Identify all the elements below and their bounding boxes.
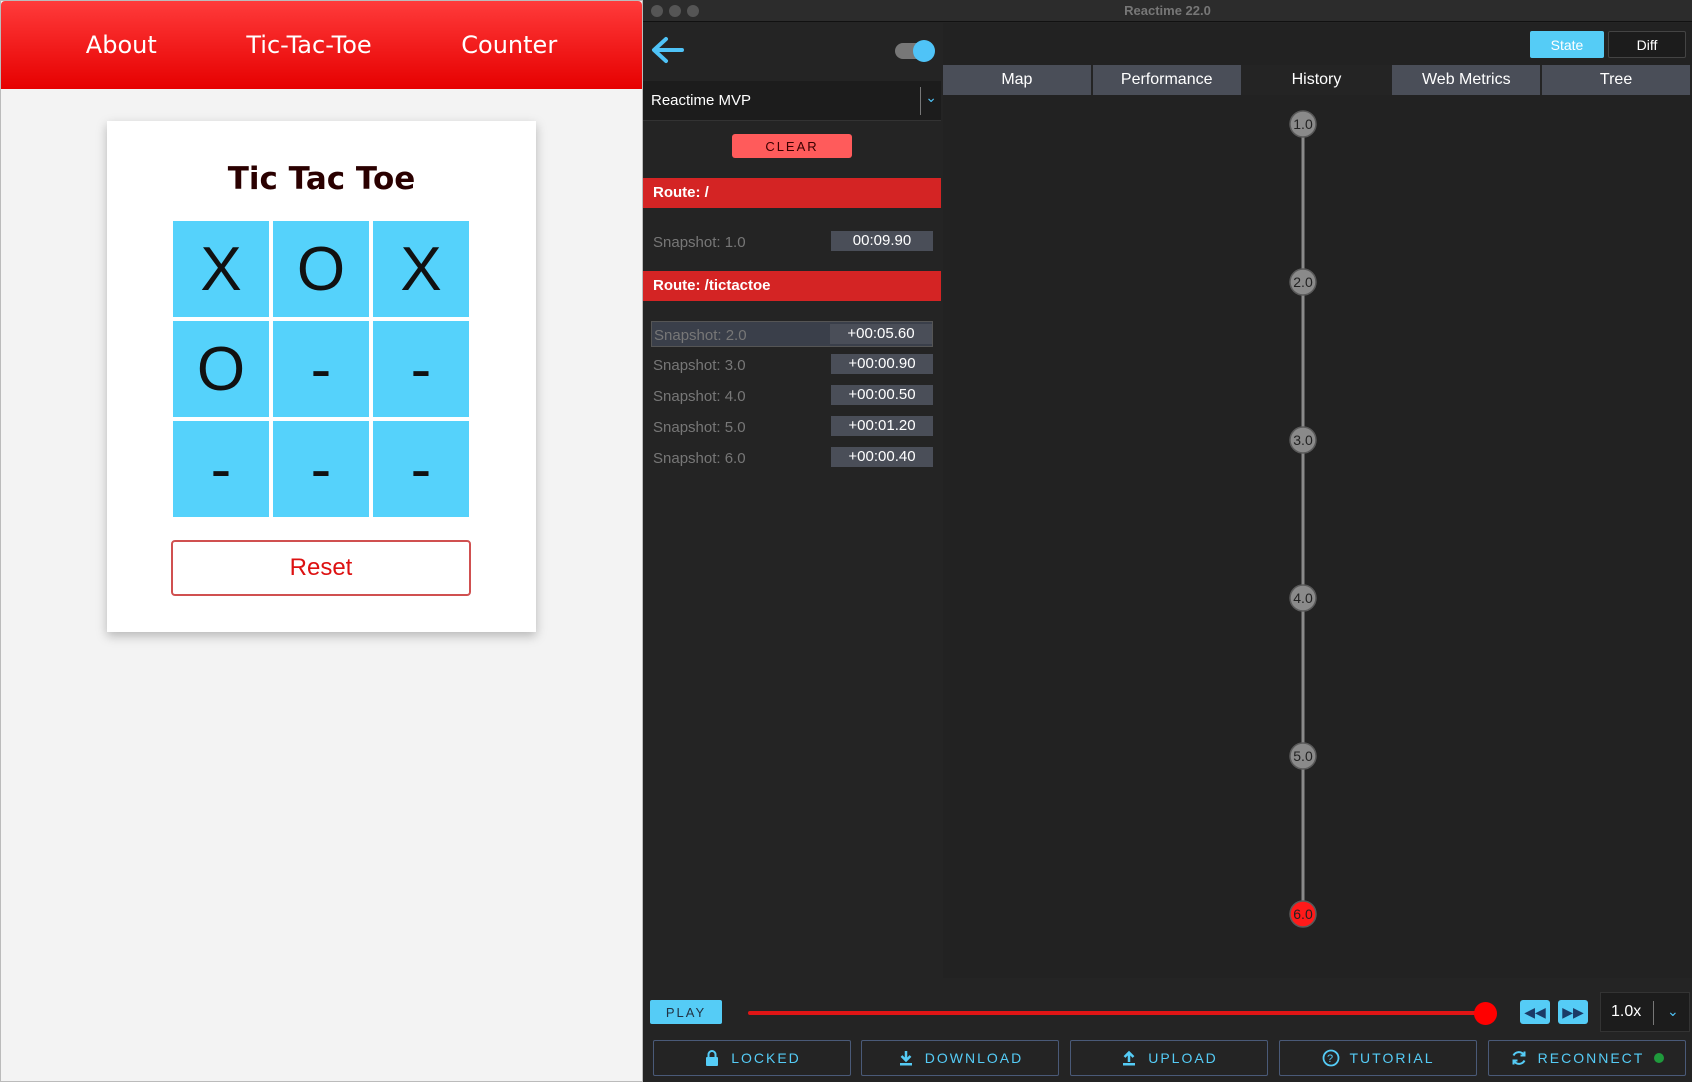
upload-icon — [1123, 1050, 1136, 1066]
board-cell[interactable]: - — [373, 321, 469, 417]
speed-value: 1.0x — [1611, 1003, 1642, 1020]
snapshot-time: +00:00.90 — [831, 354, 933, 374]
snapshot-time: +00:05.60 — [830, 324, 932, 344]
snapshot-sidebar: Reactime MVP ⌄ CLEAR Route: / Snapshot: … — [643, 23, 943, 978]
snapshot-row-selected[interactable]: Snapshot: 2.0 +00:05.60 — [651, 321, 933, 347]
chevron-down-icon: ⌄ — [925, 89, 937, 105]
chevron-down-icon: ⌄ — [1667, 1003, 1679, 1019]
snapshot-row[interactable]: Snapshot: 4.0 +00:00.50 — [651, 383, 933, 409]
svg-text:?: ? — [1326, 1053, 1334, 1065]
game-title: Tic Tac Toe — [227, 161, 416, 197]
window-title: Reactime 22.0 — [1124, 3, 1211, 18]
devtools-window: Reactime 22.0 Reactime MVP ⌄ CLEAR Route… — [643, 0, 1692, 1082]
snapshot-time: +00:00.50 — [831, 385, 933, 405]
lock-icon — [706, 1050, 719, 1066]
app-select-dropdown[interactable]: Reactime MVP ⌄ — [643, 81, 941, 121]
snapshot-label: Snapshot: 6.0 — [653, 450, 746, 467]
tab-history[interactable]: History — [1242, 65, 1393, 95]
board-cell[interactable]: - — [173, 421, 269, 517]
download-label: DOWNLOAD — [924, 1050, 1024, 1066]
dropdown-divider — [920, 87, 921, 115]
play-button[interactable]: PLAY — [650, 1000, 722, 1024]
upload-label: UPLOAD — [1148, 1050, 1218, 1066]
nav-link-counter[interactable]: Counter — [461, 31, 557, 59]
board-cell[interactable]: X — [173, 221, 269, 317]
snapshot-row[interactable]: Snapshot: 1.0 00:09.90 — [651, 229, 933, 255]
download-button[interactable]: DOWNLOAD — [861, 1040, 1059, 1076]
snapshot-label: Snapshot: 1.0 — [653, 234, 746, 251]
clear-button[interactable]: CLEAR — [732, 134, 852, 158]
board-cell[interactable]: O — [273, 221, 369, 317]
history-node-label: 6.0 — [1293, 906, 1313, 922]
snapshot-label: Snapshot: 4.0 — [653, 388, 746, 405]
history-node-label: 5.0 — [1293, 748, 1313, 764]
game-card: Tic Tac Toe X O X O - - - - - Reset — [107, 121, 536, 632]
view-tabs: Map Performance History Web Metrics Tree — [943, 65, 1692, 95]
snapshot-time: 00:09.90 — [831, 231, 933, 251]
diff-button[interactable]: Diff — [1608, 31, 1686, 58]
history-node-label: 1.0 — [1293, 116, 1313, 132]
tab-web-metrics[interactable]: Web Metrics — [1392, 65, 1543, 95]
main-panel: State Diff Map Performance History Web M… — [943, 23, 1692, 978]
history-node-label: 2.0 — [1293, 274, 1313, 290]
board-cell[interactable]: - — [273, 321, 369, 417]
history-node-label: 4.0 — [1293, 590, 1313, 606]
game-board: X O X O - - - - - — [173, 221, 471, 519]
snapshot-row[interactable]: Snapshot: 5.0 +00:01.20 — [651, 414, 933, 440]
app-select-value: Reactime MVP — [651, 92, 752, 109]
connection-status-dot — [1654, 1053, 1665, 1063]
speed-select[interactable]: 1.0x ⌄ — [1600, 992, 1690, 1032]
snapshot-row[interactable]: Snapshot: 3.0 +00:00.90 — [651, 352, 933, 378]
reset-button[interactable]: Reset — [171, 540, 471, 596]
toggle-knob — [913, 40, 935, 62]
route-header: Route: / — [643, 178, 941, 208]
upload-button[interactable]: UPLOAD — [1070, 1040, 1268, 1076]
app-navbar: About Tic-Tac-Toe Counter — [1, 1, 642, 89]
refresh-icon — [1512, 1051, 1526, 1065]
nav-link-about[interactable]: About — [86, 31, 157, 59]
history-node-label: 3.0 — [1293, 432, 1313, 448]
board-cell[interactable]: - — [273, 421, 369, 517]
playback-bar: PLAY ◀◀ ▶▶ 1.0x ⌄ LOCKED DOWNLOAD UPLOAD… — [643, 978, 1692, 1082]
snapshot-time: +00:01.20 — [831, 416, 933, 436]
snapshot-label: Snapshot: 5.0 — [653, 419, 746, 436]
locked-button[interactable]: LOCKED — [653, 1040, 851, 1076]
route-header: Route: /tictactoe — [643, 271, 941, 301]
snapshot-slider-thumb[interactable] — [1474, 1002, 1497, 1025]
reconnect-label: RECONNECT — [1537, 1050, 1645, 1066]
tab-tree[interactable]: Tree — [1542, 65, 1692, 95]
snapshot-label: Snapshot: 2.0 — [654, 327, 747, 344]
download-icon — [899, 1051, 912, 1066]
locked-label: LOCKED — [731, 1050, 801, 1066]
toggle-switch[interactable] — [895, 40, 935, 62]
back-arrow-icon[interactable] — [648, 35, 688, 65]
demo-app-window: About Tic-Tac-Toe Counter Tic Tac Toe X … — [0, 0, 643, 1082]
window-titlebar: Reactime 22.0 — [643, 0, 1692, 22]
state-button[interactable]: State — [1530, 31, 1604, 58]
snapshot-label: Snapshot: 3.0 — [653, 357, 746, 374]
board-cell[interactable]: O — [173, 321, 269, 417]
fast-forward-icon[interactable]: ▶▶ — [1558, 1000, 1588, 1024]
tab-performance[interactable]: Performance — [1092, 65, 1243, 95]
help-icon: ? — [1322, 1049, 1339, 1067]
tutorial-label: TUTORIAL — [1349, 1050, 1435, 1066]
board-cell[interactable]: X — [373, 221, 469, 317]
board-cell[interactable]: - — [373, 421, 469, 517]
reconnect-button[interactable]: RECONNECT — [1488, 1040, 1686, 1076]
tutorial-button[interactable]: ? TUTORIAL — [1279, 1040, 1477, 1076]
snapshot-slider-track[interactable] — [748, 1011, 1485, 1015]
history-timeline: 1.0 2.0 3.0 4.0 5.0 6.0 — [1289, 110, 1317, 928]
rewind-icon[interactable]: ◀◀ — [1520, 1000, 1550, 1024]
nav-link-tictactoe[interactable]: Tic-Tac-Toe — [246, 31, 371, 59]
dropdown-divider — [1653, 1001, 1654, 1025]
snapshot-time: +00:00.40 — [831, 447, 933, 467]
snapshot-row[interactable]: Snapshot: 6.0 +00:00.40 — [651, 445, 933, 471]
tab-map[interactable]: Map — [943, 65, 1093, 95]
